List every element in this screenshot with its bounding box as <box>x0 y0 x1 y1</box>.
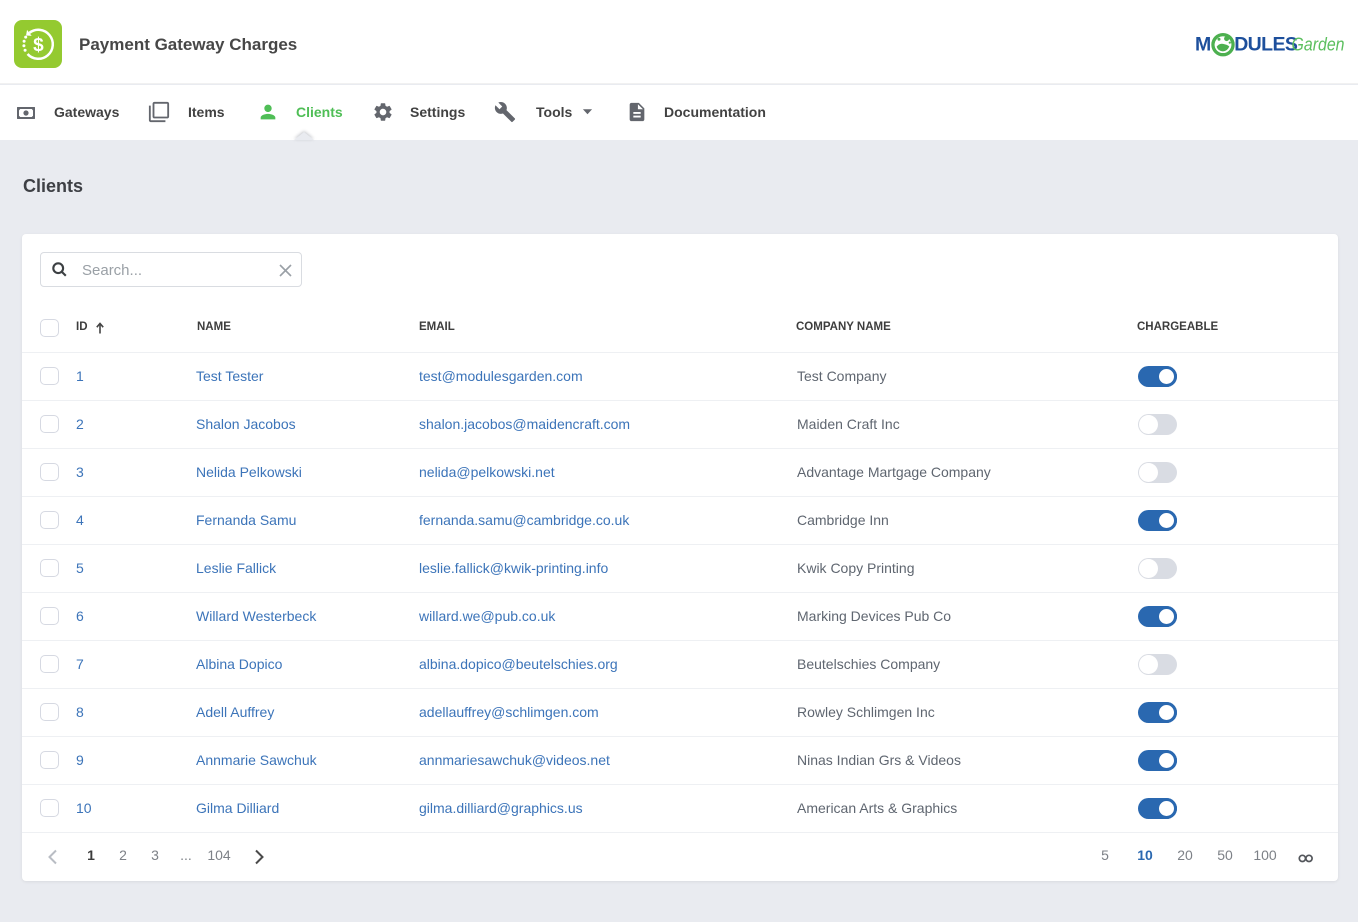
svg-text:M: M <box>1195 34 1211 56</box>
svg-text:DULES: DULES <box>1234 34 1298 56</box>
svg-text:$: $ <box>33 35 44 56</box>
svg-text:Garden: Garden <box>1292 34 1345 55</box>
